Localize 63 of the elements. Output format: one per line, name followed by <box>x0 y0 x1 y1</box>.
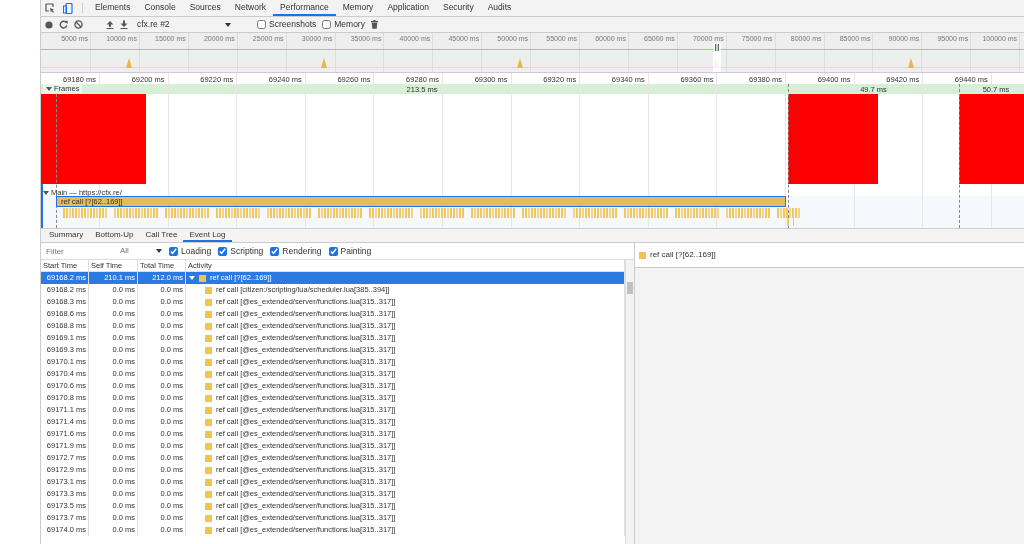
device-icon[interactable] <box>63 2 73 14</box>
category-swatch-icon <box>205 370 212 378</box>
category-swatch-icon <box>205 310 212 318</box>
profile-select[interactable]: cfx.re #2 <box>134 18 234 31</box>
panel-tab[interactable]: Console <box>137 0 183 16</box>
expand-toggle-icon[interactable] <box>43 190 49 195</box>
category-swatch-icon <box>205 394 212 402</box>
panel-tab[interactable]: Audits <box>480 0 519 16</box>
record-icon[interactable] <box>45 20 53 29</box>
details-tab[interactable]: Summary <box>43 229 90 242</box>
clear-icon[interactable] <box>74 20 83 29</box>
category-swatch-icon <box>205 502 212 510</box>
category-swatch-icon <box>205 454 212 462</box>
expand-toggle-icon[interactable] <box>46 87 52 91</box>
category-swatch-icon <box>205 334 212 342</box>
checkbox[interactable] <box>328 246 338 256</box>
category-swatch-icon <box>205 466 212 474</box>
inspect-icon[interactable] <box>45 3 55 13</box>
details-title: ref call [?[62..169]] <box>650 249 716 261</box>
panel-tab[interactable]: Sources <box>182 0 228 16</box>
category-swatch-icon <box>205 322 212 330</box>
category-swatch-icon <box>205 358 212 366</box>
panel-tab[interactable]: Application <box>380 0 436 16</box>
reload-icon[interactable] <box>59 20 68 29</box>
checkbox-label: Rendering <box>282 244 322 258</box>
category-swatch-icon <box>205 406 212 414</box>
category-swatch-icon <box>205 442 212 450</box>
category-swatch-icon <box>205 382 212 390</box>
category-swatch-icon <box>205 286 212 294</box>
checkbox[interactable] <box>218 246 228 256</box>
checkbox-label: Scripting <box>230 244 264 258</box>
trash-icon[interactable] <box>370 20 378 29</box>
range-handle[interactable] <box>713 43 721 72</box>
details-tab[interactable]: Call Tree <box>139 229 184 242</box>
panel-tab[interactable]: Memory <box>335 0 381 16</box>
download-icon[interactable] <box>120 20 128 29</box>
checkbox[interactable] <box>322 20 332 29</box>
caret-icon <box>156 249 162 253</box>
checkbox[interactable] <box>169 246 178 256</box>
duration-select[interactable]: All <box>120 245 162 257</box>
category-swatch-icon <box>205 298 212 306</box>
panel-tab[interactable]: Security <box>435 0 481 16</box>
category-swatch-icon <box>639 251 646 259</box>
category-swatch-icon <box>205 490 212 498</box>
checkbox-label: Screenshots <box>269 18 317 31</box>
checkbox-label: Painting <box>340 244 372 258</box>
details-tab[interactable]: Bottom-Up <box>89 229 140 242</box>
category-swatch-icon <box>205 526 212 534</box>
checkbox-label: Loading <box>181 244 212 258</box>
panel-tab[interactable]: Elements <box>88 0 138 16</box>
category-swatch-icon <box>205 430 212 438</box>
category-swatch-icon <box>199 274 206 282</box>
checkbox-label: Memory <box>334 18 365 31</box>
category-swatch-icon <box>205 514 212 522</box>
category-swatch-icon <box>205 346 212 354</box>
scrollbar-thumb[interactable] <box>627 282 633 294</box>
category-swatch-icon <box>205 478 212 486</box>
panel-tab[interactable]: Network <box>227 0 273 16</box>
checkbox[interactable] <box>257 20 266 29</box>
category-swatch-icon <box>205 418 212 426</box>
caret-icon <box>225 22 231 27</box>
upload-icon[interactable] <box>106 20 114 29</box>
checkbox[interactable] <box>270 246 280 256</box>
